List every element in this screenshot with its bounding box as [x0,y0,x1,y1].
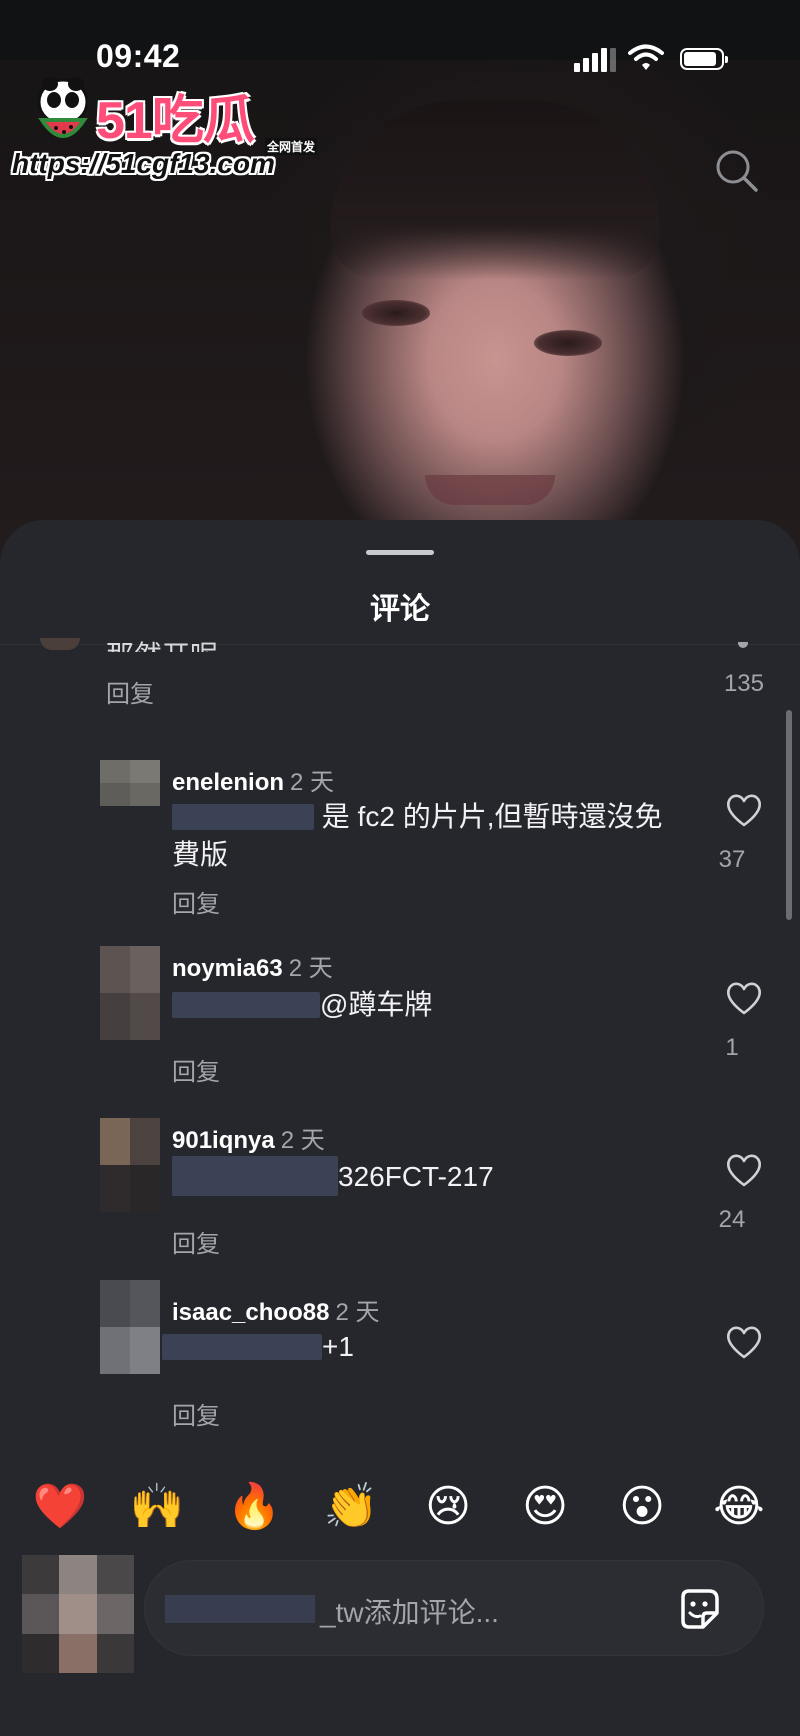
comment-text: +1 [162,1328,662,1366]
reply-button[interactable]: 回复 [172,1052,220,1087]
emoji-reaction[interactable]: 😢 [418,1477,478,1537]
avatar[interactable] [100,760,160,806]
comment-text-line: 是 fc2 的片片,但暫時還沒免 [321,801,663,832]
like-count: 1 [725,1034,739,1061]
comment-text-line: 326FCT-217 [338,1161,494,1192]
comment-header: isaac_choo88 2 天 [172,1292,379,1327]
redacted-mention [172,992,320,1018]
status-time: 09:42 [96,38,181,74]
heart-icon[interactable] [724,792,764,828]
comment-text-line: 費版 [172,839,229,870]
reply-button[interactable]: 回复 [172,1396,220,1431]
comment-header: enelenion 2 天 [172,762,334,797]
avatar[interactable] [100,946,160,1040]
comment-username[interactable]: enelenion [172,769,284,796]
comment-username[interactable]: noymia63 [172,955,283,982]
watermark-brand: 51吃瓜 [96,92,255,150]
placeholder-username-suffix: _tw [320,1597,364,1628]
status-bar: 09:42 [0,0,800,74]
sheet-drag-handle[interactable] [366,550,434,555]
heart-icon[interactable] [738,642,748,648]
comments-sheet[interactable]: 评论 那然开呢 回复 135 enelenion2 天 是 fc2 的片片,但暫… [0,520,800,1736]
avatar[interactable] [40,638,80,650]
like-count: 135 [723,670,764,697]
wifi-icon [628,44,664,70]
comment-username[interactable]: 901iqnya [172,1127,275,1154]
comment-item: enelenion 2 天 是 fc2 的片片,但暫時還沒免 費版 回复 37 [0,760,800,960]
placeholder-text: 添加评论... [363,1597,499,1628]
emoji-reaction[interactable]: 👏 [321,1477,381,1537]
like-count: 37 [718,846,746,873]
sticker-icon[interactable] [675,1585,723,1633]
battery-icon [680,48,728,70]
watermark-url: https://51cgf13.com [12,148,275,179]
video-subject-hair [330,100,660,280]
heart-icon[interactable] [724,980,764,1016]
emoji-reaction[interactable]: 🔥 [224,1477,284,1537]
sheet-title: 评论 [370,593,430,626]
emoji-reaction[interactable]: ❤️ [30,1477,90,1537]
comment-text: 326FCT-217 [172,1156,672,1196]
redacted-mention [172,804,314,830]
comment-time: 2 天 [280,1127,325,1154]
emoji-reaction[interactable]: 😂 [709,1477,769,1537]
comment-time: 2 天 [290,769,335,796]
avatar[interactable] [100,1280,160,1374]
comment-text: 那然开呢 [106,626,218,652]
heart-icon[interactable] [724,1152,764,1188]
redacted-mention [162,1334,322,1360]
comment-item: 901iqnya 2 天 326FCT-217 回复 24 [0,1118,800,1280]
comment-header: 901iqnya 2 天 [172,1120,325,1155]
reply-button[interactable]: 回复 [172,884,220,919]
video-subject-mouth [425,475,555,505]
comment-text: 是 fc2 的片片,但暫時還沒免 費版 [172,798,672,874]
heart-icon[interactable] [724,1324,764,1360]
comment-item: noymia63 2 天 @蹲车牌 回复 1 [0,946,800,1108]
user-avatar[interactable] [22,1555,134,1673]
comment-header: noymia63 2 天 [172,948,333,983]
emoji-reaction[interactable]: 🙌 [127,1477,187,1537]
video-background[interactable] [0,0,800,560]
comment-text-line: @蹲车牌 [320,989,433,1020]
signal-icon [574,46,616,72]
comment-input[interactable]: _tw添加评论... [144,1560,764,1656]
comment-time: 2 天 [288,955,333,982]
avatar[interactable] [100,1118,160,1212]
video-subject-eye [534,330,602,356]
emoji-reaction-row: ❤️ 🙌 🔥 👏 😢 😍 😮 😂 [0,1477,800,1537]
mascot-logo-icon [37,77,89,138]
emoji-reaction[interactable]: 😍 [515,1477,575,1537]
search-icon[interactable] [712,146,762,196]
comment-text: @蹲车牌 [172,986,672,1024]
emoji-reaction[interactable]: 😮 [612,1477,672,1537]
comment-username[interactable]: isaac_choo88 [172,1299,329,1326]
video-subject-eye [362,300,430,326]
comment-input-placeholder: _tw添加评论... [320,1591,499,1631]
comment-time: 2 天 [335,1299,380,1326]
redacted-mention [172,1156,338,1196]
comment-text-line: +1 [322,1331,354,1362]
reply-button[interactable]: 回复 [106,674,154,709]
like-count: 24 [718,1206,746,1233]
reply-button[interactable]: 回复 [172,1224,220,1259]
redacted-username [165,1595,315,1623]
comment-item: isaac_choo88 2 天 +1 回复 [0,1280,800,1472]
